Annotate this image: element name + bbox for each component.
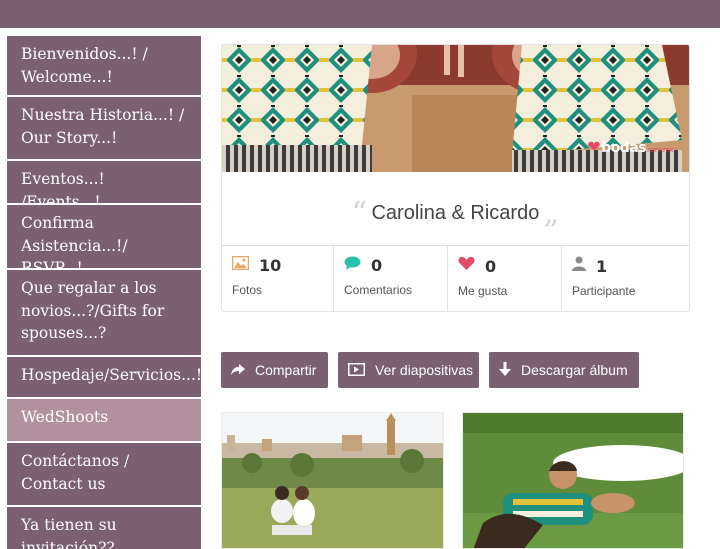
- sidebar-item-label: Hospedaje/Servicios...!/Lodging/Services…: [21, 366, 201, 384]
- stat-value: 0: [485, 256, 497, 276]
- brand-logo: ❤bodas.com.mx: [587, 137, 673, 156]
- stat-label: Fotos: [232, 283, 263, 297]
- photo-thumbnail[interactable]: [221, 412, 444, 549]
- sidebar-item-label: WedShoots: [21, 408, 109, 426]
- stat-photos[interactable]: 10 Fotos: [222, 246, 334, 311]
- heart-icon: [458, 256, 475, 276]
- sidebar-item-label: Bienvenidos...! / Welcome...!: [21, 45, 148, 86]
- stat-comments[interactable]: 0 Comentarios: [334, 246, 448, 311]
- sidebar-item-contact[interactable]: Contáctanos / Contact us: [7, 441, 201, 505]
- stat-label: Me gusta: [458, 284, 508, 298]
- album-card: ❤bodas.com.mx “ Carolina & Ricardo „ 10 …: [221, 44, 690, 312]
- stat-likes[interactable]: 0 Me gusta: [448, 246, 562, 311]
- stat-value: 0: [371, 256, 383, 275]
- download-album-button[interactable]: Descargar álbum: [489, 352, 639, 388]
- comment-icon: [344, 256, 361, 275]
- cover-photo: ❤bodas.com.mx: [222, 45, 689, 172]
- couple-grass-photo: [463, 413, 683, 548]
- album-title-row: “ Carolina & Ricardo „: [222, 172, 689, 246]
- top-bar: [0, 0, 720, 28]
- stat-value: 1: [596, 256, 608, 276]
- sidebar-item-wedshoots[interactable]: WedShoots: [7, 397, 201, 441]
- sidebar-item-invitation[interactable]: Ya tienen su invitación??: [7, 505, 201, 549]
- heart-logo-icon: ❤: [587, 137, 601, 156]
- user-icon: [572, 256, 586, 276]
- sidebar-item-label: Nuestra Historia...! / Our Story...!: [21, 106, 185, 147]
- album-title: Carolina & Ricardo: [371, 202, 540, 224]
- play-screen-icon: [348, 353, 365, 389]
- sidebar-item-rsvp[interactable]: Confirma Asistencia...!/ RSVP...!: [7, 203, 201, 277]
- download-label: Descargar álbum: [521, 362, 628, 378]
- photo-thumbnail[interactable]: [462, 412, 684, 549]
- sidebar-nav: Bienvenidos...! / Welcome...! Nuestra Hi…: [0, 28, 201, 549]
- sidebar-item-our-story[interactable]: Nuestra Historia...! / Our Story...!: [7, 95, 201, 159]
- share-button[interactable]: Compartir: [221, 352, 328, 388]
- share-icon: [231, 353, 245, 389]
- stat-label: Participante: [572, 284, 636, 298]
- stat-value: 10: [259, 256, 282, 275]
- sidebar-item-welcome[interactable]: Bienvenidos...! / Welcome...!: [7, 36, 201, 95]
- sidebar-item-events[interactable]: Eventos...! /Events...!: [7, 159, 201, 211]
- sidebar-item-lodging[interactable]: Hospedaje/Servicios...!/Lodging/Services…: [7, 355, 201, 397]
- slideshow-button[interactable]: Ver diapositivas: [338, 352, 479, 388]
- stat-label: Comentarios: [344, 283, 413, 297]
- share-label: Compartir: [255, 362, 317, 378]
- sidebar-item-label: Ya tienen su invitación??: [21, 516, 117, 549]
- open-quote-icon: “: [351, 196, 368, 231]
- sidebar-item-label: Contáctanos / Contact us: [21, 452, 130, 493]
- couple-city-photo: [222, 413, 443, 548]
- slideshow-label: Ver diapositivas: [375, 362, 474, 378]
- close-quote-icon: „: [543, 196, 560, 231]
- stat-participants[interactable]: 1 Participante: [562, 246, 689, 311]
- sidebar-item-label: Que regalar a los novios...?/Gifts for s…: [21, 279, 165, 342]
- download-icon: [499, 353, 511, 389]
- photo-icon: [231, 255, 250, 275]
- sidebar-item-gifts[interactable]: Que regalar a los novios...?/Gifts for s…: [7, 268, 201, 355]
